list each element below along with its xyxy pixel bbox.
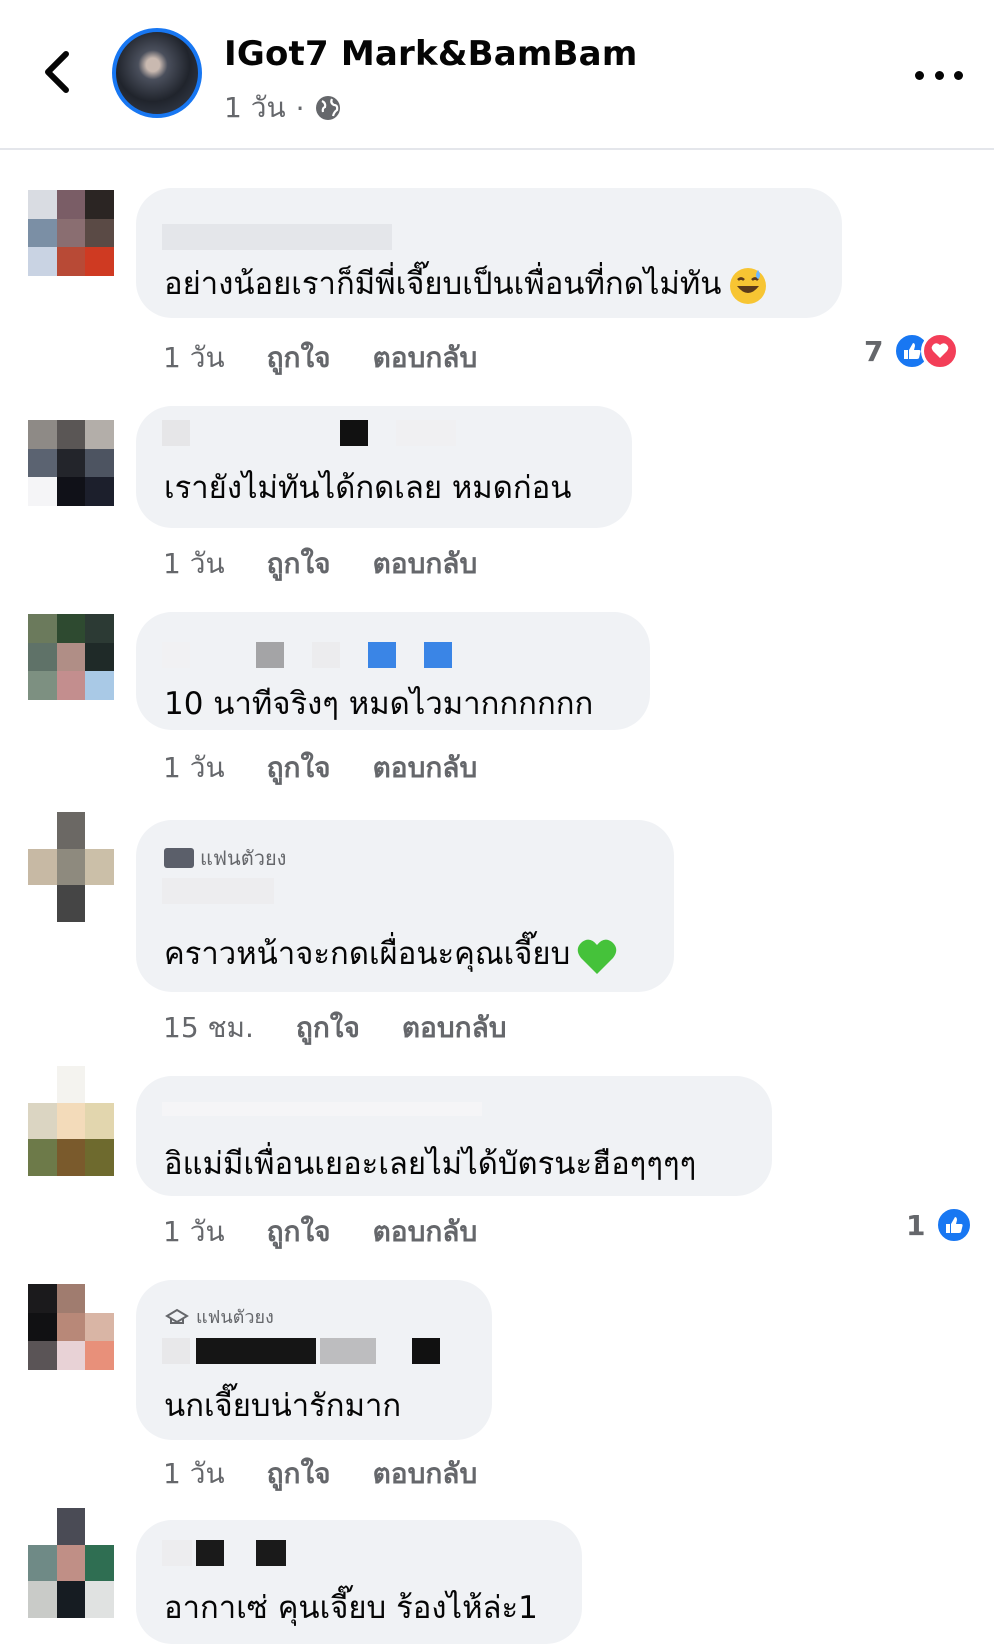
comment-text: คราวหน้าจะกดเผื่อนะคุณเจี๊ยบ [164,928,618,978]
comment-time[interactable]: 1 วัน [163,336,225,380]
comment-time[interactable]: 1 วัน [163,1452,225,1496]
commenter-name[interactable] [162,878,274,904]
badge-icon [164,848,194,868]
globe-icon[interactable] [314,94,342,122]
commenter-avatar[interactable] [28,1508,114,1618]
fan-badge: แฟนตัวยง [164,1302,274,1331]
commenter-name[interactable] [162,224,392,250]
reply-button[interactable]: ตอบกลับ [373,336,478,380]
comment-text: เรายังไม่ทันได้กดเลย หมดก่อน [164,470,572,506]
commenter-avatar[interactable] [28,812,114,922]
commenter-name[interactable] [162,420,190,446]
reply-button[interactable]: ตอบกลับ [373,542,478,586]
reply-button[interactable]: ตอบกลับ [373,1452,478,1496]
commenter-name[interactable] [162,642,190,668]
comment-bubble[interactable]: 10 นาทีจริงๆ หมดไวมากกกกกก [136,612,650,730]
comment-bubble[interactable]: อย่างน้อยเราก็มีพี่เจี๊ยบเป็นเพื่อนที่กด… [136,188,842,318]
comment-time[interactable]: 15 ชม. [163,1006,254,1050]
comment-bubble[interactable]: อากาเซ่ คุนเจี๊ยบ ร้องไห้ล่ะ1 [136,1520,582,1644]
comment-text: อิแม่มีเพื่อนเยอะเลยไม่ได้บัตรนะฮือๆๆๆๆ [164,1146,697,1182]
commenter-name[interactable] [162,1338,190,1364]
comment-actions: 1 วัน ถูกใจ ตอบกลับ [163,1210,477,1254]
commenter-name[interactable] [162,1540,192,1566]
comment-actions: 1 วัน ถูกใจ ตอบกลับ [163,542,477,586]
comment-text: อย่างน้อยเราก็มีพี่เจี๊ยบเป็นเพื่อนที่กด… [164,258,768,308]
page-avatar[interactable] [112,28,202,118]
reply-button[interactable]: ตอบกลับ [373,746,478,790]
meta-separator: · [295,91,305,125]
badge-icon [165,1308,189,1324]
comment-bubble[interactable]: แฟนตัวยง คราวหน้าจะกดเผื่อนะคุณเจี๊ยบ [136,820,674,992]
comment-bubble[interactable]: แฟนตัวยง นกเจี๊ยบน่ารักมาก [136,1280,492,1440]
commenter-avatar[interactable] [28,1066,114,1176]
more-dots-icon [915,70,924,80]
comment-time[interactable]: 1 วัน [163,1210,225,1254]
like-reaction-icon [935,1206,974,1244]
comment-actions: 1 วัน ถูกใจ ตอบกลับ [163,336,477,380]
comment-time[interactable]: 1 วัน [163,746,225,790]
reply-button[interactable]: ตอบกลับ [373,1210,478,1254]
commenter-avatar[interactable] [28,614,114,700]
commenter-avatar[interactable] [28,1284,114,1370]
reply-button[interactable]: ตอบกลับ [402,1006,507,1050]
reaction-count: 7 [864,334,884,368]
like-button[interactable]: ถูกใจ [267,1452,331,1496]
back-button[interactable] [32,44,82,100]
green-heart-emoji [578,939,617,974]
comment-actions: 1 วัน ถูกใจ ตอบกลับ [163,746,477,790]
like-button[interactable]: ถูกใจ [267,1210,331,1254]
page-name[interactable]: IGot7 Mark&BamBam [224,34,637,74]
comment-text: อากาเซ่ คุนเจี๊ยบ ร้องไห้ล่ะ1 [164,1590,538,1626]
comment-text: นกเจี๊ยบน่ารักมาก [164,1388,402,1424]
like-button[interactable]: ถูกใจ [267,746,331,790]
reaction-summary[interactable]: 1 [906,1206,974,1244]
fan-badge: แฟนตัวยง [164,842,286,874]
commenter-avatar[interactable] [28,190,114,276]
comment-actions: 1 วัน ถูกใจ ตอบกลับ [163,1452,477,1496]
grinning-sweat-emoji [729,267,766,304]
reaction-count: 1 [906,1208,926,1242]
comment-time[interactable]: 1 วัน [163,542,225,586]
commenter-name[interactable] [162,1102,482,1116]
post-meta: 1 วัน · [224,86,342,130]
chevron-left-icon [45,51,69,93]
like-button[interactable]: ถูกใจ [296,1006,360,1050]
like-button[interactable]: ถูกใจ [267,542,331,586]
comment-text: 10 นาทีจริงๆ หมดไวมากกกกกก [164,686,594,722]
love-reaction-icon [921,332,960,370]
like-button[interactable]: ถูกใจ [267,336,331,380]
more-options-button[interactable] [915,60,963,90]
comment-bubble[interactable]: เรายังไม่ทันได้กดเลย หมดก่อน [136,406,632,528]
post-time[interactable]: 1 วัน [224,86,286,130]
comment-bubble[interactable]: อิแม่มีเพื่อนเยอะเลยไม่ได้บัตรนะฮือๆๆๆๆ [136,1076,772,1196]
commenter-avatar[interactable] [28,420,114,506]
comment-actions: 15 ชม. ถูกใจ ตอบกลับ [163,1006,507,1050]
reaction-summary[interactable]: 7 [864,332,960,370]
post-header: IGot7 Mark&BamBam 1 วัน · [0,0,994,150]
